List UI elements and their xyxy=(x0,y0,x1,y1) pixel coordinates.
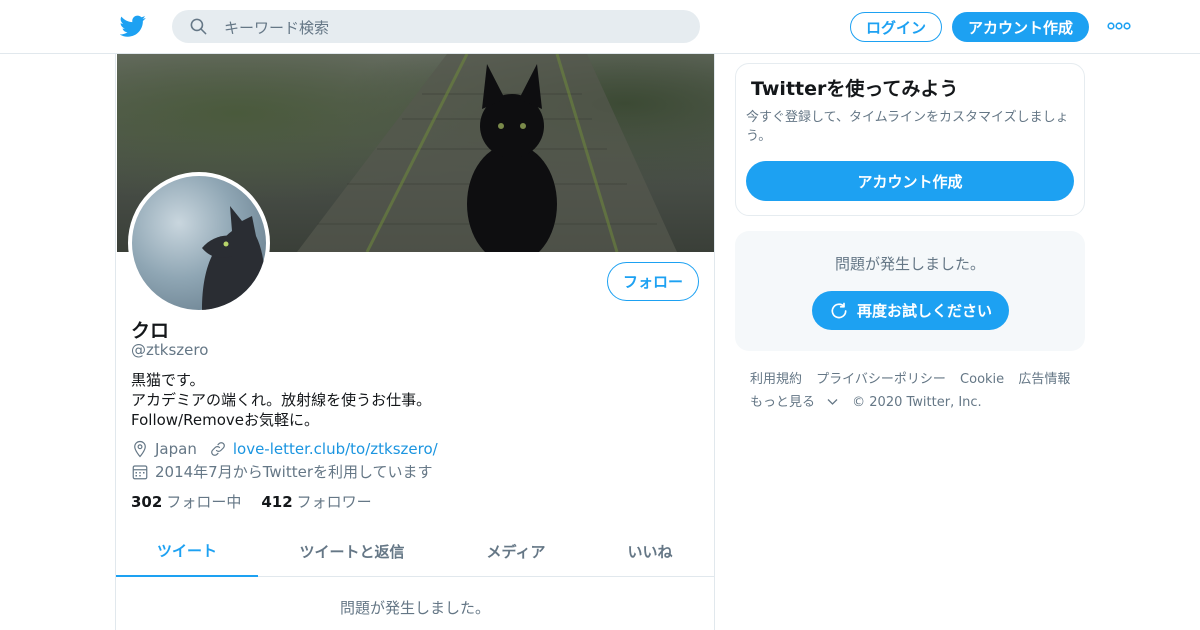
timeline-error-message: 問題が発生しました。 xyxy=(339,599,490,617)
follow-button[interactable]: フォロー xyxy=(607,262,699,301)
followers-stat[interactable]: 412 フォロワー xyxy=(261,491,371,512)
profile-website-link[interactable]: love-letter.club/to/ztkszero/ xyxy=(233,440,438,458)
login-button[interactable]: ログイン xyxy=(850,12,942,42)
profile-stats: 302 フォロー中 412 フォロワー xyxy=(131,491,372,512)
profile-join-date: 2014年7月からTwitterを利用しています xyxy=(155,463,433,481)
footer-links: 利用規約 プライバシーポリシー Cookie 広告情報 もっと見る © 2020… xyxy=(750,368,1090,414)
following-count: 302 xyxy=(131,493,163,511)
tab-media[interactable]: メディア xyxy=(446,526,586,577)
tab-tweets-and-replies[interactable]: ツイートと返信 xyxy=(258,526,446,577)
profile-joined-row: 2014年7月からTwitterを利用しています xyxy=(131,461,433,482)
search-icon xyxy=(190,18,207,35)
signup-button[interactable]: アカウント作成 xyxy=(952,12,1089,42)
following-label: フォロー中 xyxy=(166,493,242,511)
retry-button-label: 再度お試しください xyxy=(856,302,992,320)
footer-link-ads-info[interactable]: 広告情報 xyxy=(1018,372,1070,387)
sidebar-signup-button[interactable]: アカウント作成 xyxy=(746,161,1074,201)
footer-link-terms[interactable]: 利用規約 xyxy=(750,372,802,387)
footer-link-privacy[interactable]: プライバシーポリシー xyxy=(816,372,946,387)
sidebar-error-message: 問題が発生しました。 xyxy=(834,255,985,273)
location-pin-icon xyxy=(134,440,146,458)
bio-line: Follow/Removeお気軽に。 xyxy=(131,411,319,429)
profile-handle[interactable]: @ztkszero xyxy=(131,341,208,359)
chevron-down-icon xyxy=(827,399,838,405)
profile-tabs: ツイート ツイートと返信 メディア いいね xyxy=(116,526,714,577)
footer-link-cookie[interactable]: Cookie xyxy=(960,372,1004,387)
footer-more-label: もっと見る xyxy=(750,395,816,410)
tab-tweets[interactable]: ツイート xyxy=(116,526,258,577)
profile-bio: 黒猫です。 アカデミアの端くれ。放射線を使うお仕事。 Follow/Remove… xyxy=(131,370,431,430)
footer-link-more[interactable]: もっと見る xyxy=(750,395,838,410)
bio-line: 黒猫です。 xyxy=(131,371,205,389)
tab-likes[interactable]: いいね xyxy=(586,526,714,577)
twitter-bird-logo-icon[interactable] xyxy=(120,13,146,39)
signup-card-description: 今すぐ登録して、タイムラインをカスタマイズしましょう。 xyxy=(746,110,1069,144)
signup-prompt-card: Twitterを使ってみよう 今すぐ登録して、タイムラインをカスタマイズしましょ… xyxy=(735,63,1085,216)
retry-button[interactable]: 再度お試しください xyxy=(812,291,1009,330)
search-input[interactable]: キーワード検索 xyxy=(224,17,329,38)
ellipsis-icon[interactable] xyxy=(1107,22,1131,30)
refresh-icon xyxy=(831,302,847,318)
profile-location: Japan xyxy=(155,440,197,458)
link-icon xyxy=(210,442,225,456)
profile-meta-row: Japan love-letter.club/to/ztkszero/ xyxy=(131,440,438,458)
following-stat[interactable]: 302 フォロー中 xyxy=(131,491,241,512)
signup-card-title: Twitterを使ってみよう xyxy=(751,78,959,100)
sidebar-error-card: 問題が発生しました。 再度お試しください xyxy=(735,231,1085,351)
profile-avatar[interactable] xyxy=(128,172,270,314)
search-bar[interactable]: キーワード検索 xyxy=(172,10,700,43)
avatar-cat-illustration xyxy=(202,206,266,310)
profile-display-name: クロ xyxy=(131,320,170,342)
bio-line: アカデミアの端くれ。放射線を使うお仕事。 xyxy=(131,391,432,409)
profile-column: フォロー クロ @ztkszero 黒猫です。 アカデミアの端くれ。放射線を使う… xyxy=(115,54,715,630)
calendar-icon xyxy=(132,464,148,479)
footer-copyright: © 2020 Twitter, Inc. xyxy=(852,395,982,410)
top-navigation-bar: キーワード検索 ログイン アカウント作成 xyxy=(0,0,1200,54)
followers-count: 412 xyxy=(261,493,293,511)
followers-label: フォロワー xyxy=(296,493,372,511)
